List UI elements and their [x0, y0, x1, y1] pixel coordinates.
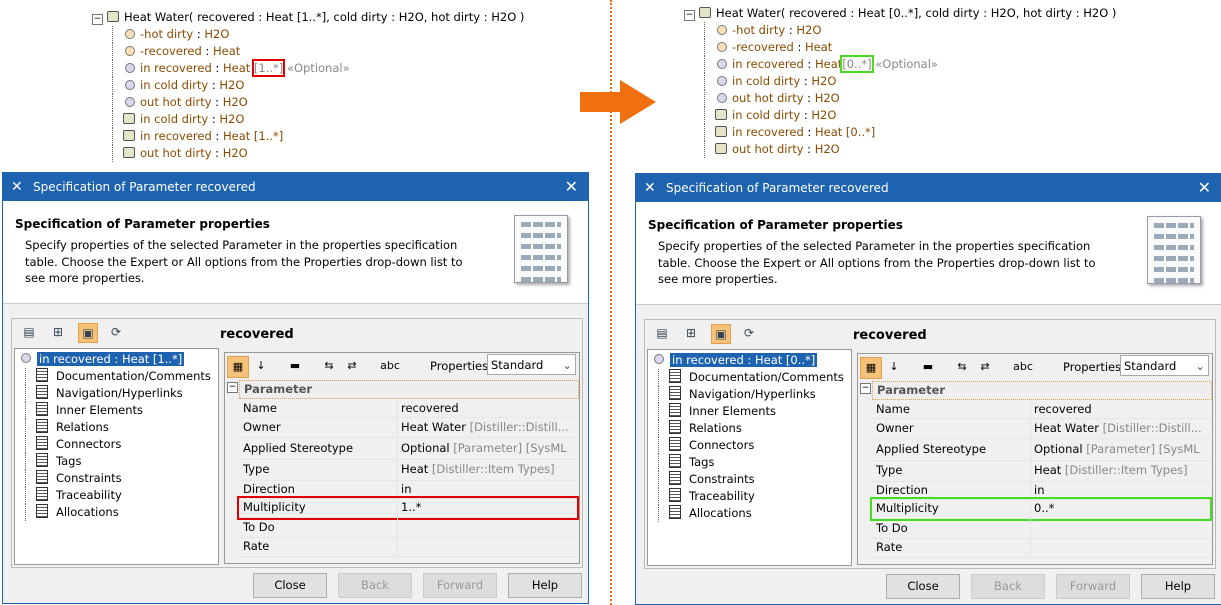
nav-item[interactable]: Tags — [658, 454, 714, 471]
parameter-icon — [717, 93, 727, 103]
chevron-down-icon: ⌄ — [1195, 359, 1205, 373]
multiplicity-highlight: [0..*] — [840, 55, 874, 73]
parameter-icon — [717, 59, 727, 69]
properties-toolbar: ▦ ↓ ▬ ⇆ ⇄ abc Properties: Standard ⌄ — [858, 354, 1212, 379]
property-row-type[interactable]: Type Heat [Distiller::Item Types] — [872, 460, 1210, 482]
document-pencil-icon — [1147, 216, 1201, 284]
category-row[interactable]: Parameter — [872, 381, 1212, 400]
property-row-applied-stereotype[interactable]: Applied Stereotype Optional [Parameter] [… — [872, 439, 1210, 461]
specification-panel: ▤ ⊞ ▣ ⟳ recovered in recovered : Heat [0..*]… — [644, 319, 1216, 569]
tree-item[interactable]: -hot dirty : H2O — [704, 22, 821, 39]
collapse-all-icon[interactable]: ⇄ — [975, 357, 995, 377]
page-icon — [669, 505, 681, 519]
page-icon — [669, 454, 681, 468]
close-button[interactable]: Close — [886, 574, 960, 599]
collapse-category-icon[interactable]: − — [860, 383, 871, 394]
port-icon — [715, 143, 727, 154]
nav-item[interactable]: Connectors — [658, 437, 754, 454]
nav-item[interactable]: Traceability — [658, 488, 755, 505]
app-logo-icon: ✕ — [644, 180, 656, 196]
back-button[interactable]: Back — [971, 574, 1045, 599]
page-icon — [669, 420, 681, 434]
forward-button[interactable]: Forward — [1056, 574, 1130, 599]
element-title: recovered — [853, 328, 927, 343]
page-icon — [669, 403, 681, 417]
parameter-icon — [654, 354, 664, 364]
title-bar[interactable]: ✕ Specification of Parameter recovered ✕ — [636, 174, 1221, 202]
arrow-right-icon — [580, 80, 656, 124]
tree-item[interactable]: in cold dirty : H2O — [704, 73, 836, 90]
nav-item[interactable]: Navigation/Hyperlinks — [658, 386, 816, 403]
categorized-view-icon[interactable]: ▦ — [860, 357, 882, 379]
parameter-icon — [717, 76, 727, 86]
page-icon — [669, 369, 681, 383]
property-row-to-do[interactable]: To Do — [872, 519, 1210, 539]
after-panel: − Heat Water( recovered : Heat [0..*], co… — [0, 0, 1221, 605]
spelling-icon[interactable]: abc — [1013, 357, 1033, 377]
copy-icon[interactable]: ▣ — [711, 324, 731, 344]
tree-root[interactable]: − Heat Water( recovered : Heat [0..*], co… — [684, 5, 1116, 22]
page-icon — [669, 386, 681, 400]
help-button[interactable]: Help — [1141, 574, 1215, 599]
expand-icon[interactable]: ⇆ — [952, 357, 972, 377]
dialog-header: Specification of Parameter properties Spe… — [636, 202, 1221, 305]
tree-item[interactable]: out hot dirty : H2O — [704, 90, 840, 107]
description-icon[interactable]: ▬ — [918, 357, 938, 377]
nav-item[interactable]: Documentation/Comments — [658, 369, 844, 386]
page-icon — [669, 471, 681, 485]
activity-icon — [699, 7, 711, 18]
port-icon — [715, 126, 727, 137]
port-icon — [715, 109, 727, 120]
page-icon — [669, 488, 681, 502]
tree-view-icon[interactable]: ⊞ — [682, 324, 700, 342]
collapse-icon[interactable]: − — [684, 10, 695, 21]
specification-dialog: ✕ Specification of Parameter recovered ✕ S… — [635, 173, 1221, 605]
tree-item[interactable]: out hot dirty : H2O — [704, 141, 840, 158]
property-row-owner[interactable]: Owner Heat Water [Distiller::Distill... — [872, 418, 1210, 439]
tree-item[interactable]: in cold dirty : H2O — [704, 107, 836, 124]
tree-item[interactable]: -recovered : Heat — [704, 39, 832, 56]
nav-item[interactable]: Inner Elements — [658, 403, 776, 420]
nav-item[interactable]: Allocations — [658, 505, 752, 522]
properties-dropdown[interactable]: Standard ⌄ — [1120, 355, 1209, 376]
stereotype-label: «Optional» — [871, 57, 938, 71]
properties-panel: ▦ ↓ ▬ ⇆ ⇄ abc Properties: Standard ⌄ − Parameter… — [857, 353, 1213, 565]
table-view-icon[interactable]: ▤ — [653, 324, 671, 342]
property-icon — [717, 42, 727, 52]
page-icon — [669, 437, 681, 451]
nav-item-selected[interactable]: in recovered : Heat [0..*] — [652, 352, 818, 369]
tree-item[interactable]: in recovered : Heat[0..*] «Optional» — [704, 55, 938, 73]
nav-item[interactable]: Constraints — [658, 471, 755, 488]
sort-icon[interactable]: ↓ — [884, 357, 904, 377]
nav-item[interactable]: Relations — [658, 420, 742, 437]
close-window-button[interactable]: ✕ — [1198, 174, 1211, 202]
property-row-multiplicity[interactable]: Multiplicity 0..* — [870, 497, 1212, 521]
refresh-icon[interactable]: ⟳ — [740, 324, 758, 342]
property-row-name[interactable]: Name recovered — [872, 400, 1210, 419]
property-row-direction[interactable]: Direction in — [872, 481, 1210, 500]
property-row-rate[interactable]: Rate — [872, 538, 1210, 558]
tree-item[interactable]: in recovered : Heat [0..*] — [704, 124, 875, 141]
property-icon — [717, 25, 727, 35]
navigation-tree: in recovered : Heat [0..*] Documentation/… — [647, 349, 852, 566]
